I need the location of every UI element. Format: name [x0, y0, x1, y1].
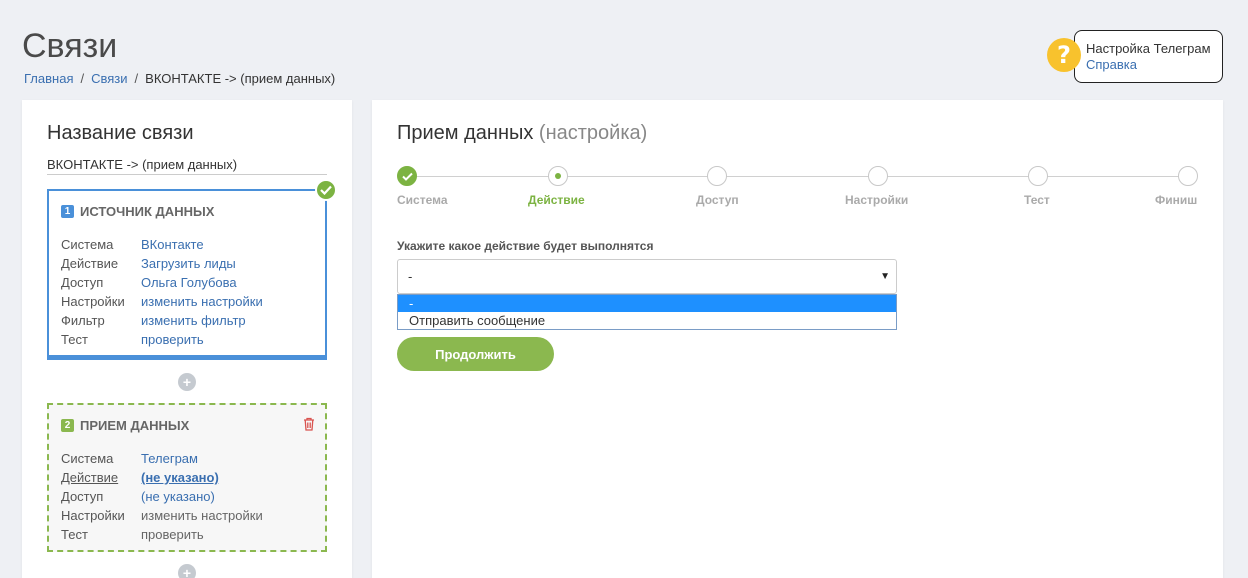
stepper: Система Действие Доступ Настройки Тест Ф… — [397, 166, 1198, 211]
source-access-link[interactable]: Ольга Голубова — [141, 273, 237, 292]
source-test-link[interactable]: проверить — [141, 330, 204, 349]
action-field-label: Укажите какое действие будет выполнятся — [397, 239, 654, 253]
check-icon — [315, 179, 337, 201]
receiver-test-text: проверить — [141, 527, 204, 542]
source-card: 1 ИСТОЧНИК ДАННЫХ Система ВКонтакте Дейст… — [47, 179, 337, 360]
left-panel: Название связи ВКОНТАКТЕ -> (прием данны… — [22, 100, 352, 578]
help-box: Настройка Телеграм Справка — [1074, 30, 1223, 83]
main-heading: Прием данных (настройка) — [397, 122, 647, 145]
row-key: Действие — [61, 470, 119, 485]
receiver-settings-text: изменить настройки — [141, 508, 263, 523]
connection-name-heading: Название связи — [47, 122, 194, 144]
row-key: Тест — [61, 527, 88, 542]
stepper-line — [407, 176, 1183, 177]
step-dot-finish[interactable] — [1178, 166, 1198, 186]
row-key: Настройки — [61, 508, 125, 523]
step-number-badge: 2 — [61, 419, 74, 432]
step-dot-access[interactable] — [707, 166, 727, 186]
breadcrumb-separator: / — [80, 71, 85, 86]
receiver-card-title: 2 ПРИЕМ ДАННЫХ — [61, 418, 313, 433]
step-label-finish: Финиш — [1155, 193, 1198, 207]
add-step-button[interactable]: + — [178, 373, 196, 391]
receiver-action-link[interactable]: (не указано) — [141, 468, 219, 487]
main-heading-sub: (настройка) — [538, 122, 648, 144]
row-key: Система — [61, 237, 114, 252]
step-dot-settings[interactable] — [868, 166, 888, 186]
source-row-system: Система ВКонтакте — [61, 235, 313, 254]
step-dot-system[interactable] — [397, 166, 417, 186]
receiver-row-settings: Настройки изменить настройки — [61, 506, 313, 525]
breadcrumb: Главная / Связи / ВКОНТАКТЕ -> (прием да… — [24, 71, 335, 86]
connection-name-field[interactable]: ВКОНТАКТЕ -> (прием данных) — [47, 157, 327, 175]
row-key: Фильтр — [61, 313, 105, 328]
action-dropdown-list: - Отправить сообщение — [397, 294, 897, 330]
receiver-title: ПРИЕМ ДАННЫХ — [80, 418, 190, 433]
action-select[interactable]: - ▼ — [397, 259, 897, 294]
main-heading-text: Прием данных — [397, 122, 534, 144]
source-card-title: 1 ИСТОЧНИК ДАННЫХ — [61, 204, 313, 219]
step-label-settings: Настройки — [845, 193, 909, 207]
source-filter-link[interactable]: изменить фильтр — [141, 311, 246, 330]
row-key: Доступ — [61, 275, 104, 290]
row-key: Доступ — [61, 489, 104, 504]
receiver-access-link[interactable]: (не указано) — [141, 487, 215, 506]
source-row-filter: Фильтр изменить фильтр — [61, 311, 313, 330]
receiver-row-system: Система Телеграм — [61, 449, 313, 468]
row-key: Действие — [61, 256, 119, 271]
step-dot-action[interactable] — [548, 166, 568, 186]
source-row-settings: Настройки изменить настройки — [61, 292, 313, 311]
breadcrumb-separator: / — [134, 71, 139, 86]
receiver-row-test: Тест проверить — [61, 525, 313, 544]
breadcrumb-connections[interactable]: Связи — [91, 71, 127, 86]
receiver-system-link[interactable]: Телеграм — [141, 449, 198, 468]
source-title: ИСТОЧНИК ДАННЫХ — [80, 204, 215, 219]
step-label-action: Действие — [528, 193, 585, 207]
row-key: Система — [61, 451, 114, 466]
receiver-card: 2 ПРИЕМ ДАННЫХ Система Телеграм Действие (… — [47, 403, 327, 552]
question-icon[interactable]: ? — [1047, 38, 1081, 72]
receiver-row-access: Доступ (не указано) — [61, 487, 313, 506]
source-row-access: Доступ Ольга Голубова — [61, 273, 313, 292]
dropdown-option[interactable]: Отправить сообщение — [398, 312, 896, 329]
source-system-link[interactable]: ВКонтакте — [141, 235, 204, 254]
step-dot-test[interactable] — [1028, 166, 1048, 186]
breadcrumb-current: ВКОНТАКТЕ -> (прием данных) — [145, 71, 336, 86]
trash-icon[interactable] — [303, 417, 315, 434]
dropdown-option[interactable]: - — [398, 295, 896, 312]
step-label-system: Система — [397, 193, 448, 207]
source-row-action: Действие Загрузить лиды — [61, 254, 313, 273]
step-label-access: Доступ — [696, 193, 739, 207]
receiver-row-action: Действие (не указано) — [61, 468, 313, 487]
add-step-button[interactable]: + — [178, 564, 196, 578]
page-title: Связи — [22, 27, 118, 65]
continue-button[interactable]: Продолжить — [397, 337, 554, 371]
help-title: Настройка Телеграм — [1086, 41, 1211, 56]
step-number-badge: 1 — [61, 205, 74, 218]
source-row-test: Тест проверить — [61, 330, 313, 349]
action-select-value: - — [408, 269, 413, 284]
main-panel: Прием данных (настройка) Система Действи… — [372, 100, 1223, 578]
help-link[interactable]: Справка — [1086, 57, 1137, 72]
source-settings-link[interactable]: изменить настройки — [141, 292, 263, 311]
row-key: Тест — [61, 332, 88, 347]
breadcrumb-home[interactable]: Главная — [24, 71, 73, 86]
step-label-test: Тест — [1024, 193, 1050, 207]
row-key: Настройки — [61, 294, 125, 309]
source-action-link[interactable]: Загрузить лиды — [141, 254, 236, 273]
caret-down-icon: ▼ — [880, 271, 890, 282]
